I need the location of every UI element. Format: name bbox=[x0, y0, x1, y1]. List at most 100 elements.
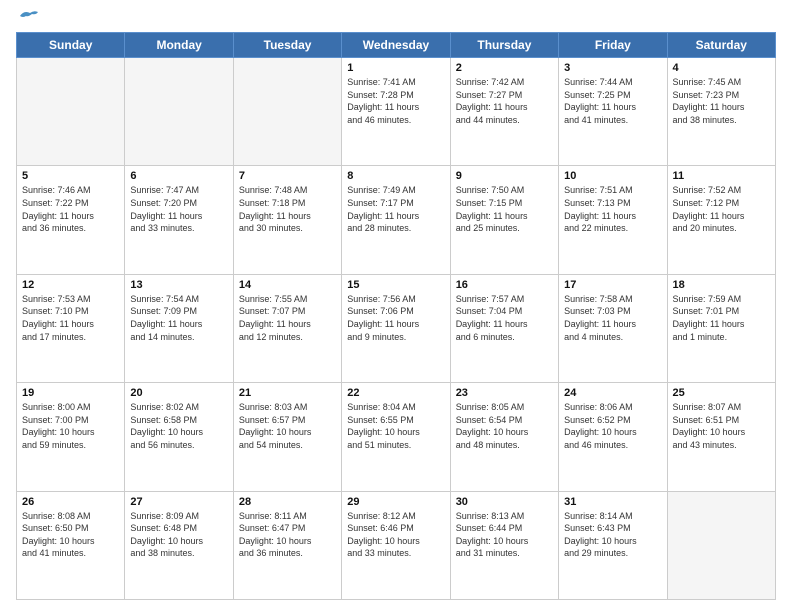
day-number: 22 bbox=[347, 387, 444, 399]
calendar-cell: 17 Sunrise: 7:58 AM Sunset: 7:03 PM Dayli… bbox=[559, 274, 667, 382]
day-info: Sunrise: 7:55 AM Sunset: 7:07 PM Dayligh… bbox=[239, 293, 336, 343]
day-info: Sunrise: 7:41 AM Sunset: 7:28 PM Dayligh… bbox=[347, 76, 444, 126]
day-number: 8 bbox=[347, 170, 444, 182]
day-info: Sunrise: 8:00 AM Sunset: 7:00 PM Dayligh… bbox=[22, 401, 119, 451]
day-info: Sunrise: 7:42 AM Sunset: 7:27 PM Dayligh… bbox=[456, 76, 553, 126]
day-info: Sunrise: 7:54 AM Sunset: 7:09 PM Dayligh… bbox=[130, 293, 227, 343]
calendar-cell: 12 Sunrise: 7:53 AM Sunset: 7:10 PM Dayli… bbox=[17, 274, 125, 382]
page: SundayMondayTuesdayWednesdayThursdayFrid… bbox=[0, 0, 792, 612]
calendar-cell: 8 Sunrise: 7:49 AM Sunset: 7:17 PM Daylig… bbox=[342, 166, 450, 274]
day-info: Sunrise: 7:58 AM Sunset: 7:03 PM Dayligh… bbox=[564, 293, 661, 343]
day-number: 2 bbox=[456, 62, 553, 74]
header bbox=[16, 12, 776, 24]
day-number: 1 bbox=[347, 62, 444, 74]
calendar-cell: 20Sunrise: 8:02 AM Sunset: 6:58 PM Dayli… bbox=[125, 383, 233, 491]
calendar-cell: 19 Sunrise: 8:00 AM Sunset: 7:00 PM Dayli… bbox=[17, 383, 125, 491]
day-info: Sunrise: 8:04 AM Sunset: 6:55 PM Dayligh… bbox=[347, 401, 444, 451]
calendar-cell: 2 Sunrise: 7:42 AM Sunset: 7:27 PM Daylig… bbox=[450, 58, 558, 166]
calendar-cell: 1 Sunrise: 7:41 AM Sunset: 7:28 PM Daylig… bbox=[342, 58, 450, 166]
day-number: 12 bbox=[22, 279, 119, 291]
day-info: Sunrise: 8:13 AM Sunset: 6:44 PM Dayligh… bbox=[456, 510, 553, 560]
calendar-cell bbox=[667, 491, 775, 599]
calendar-cell: 18 Sunrise: 7:59 AM Sunset: 7:01 PM Dayli… bbox=[667, 274, 775, 382]
day-number: 11 bbox=[673, 170, 770, 182]
weekday-header-sunday: Sunday bbox=[17, 33, 125, 58]
calendar-cell: 15 Sunrise: 7:56 AM Sunset: 7:06 PM Dayli… bbox=[342, 274, 450, 382]
calendar-cell: 29Sunrise: 8:12 AM Sunset: 6:46 PM Dayli… bbox=[342, 491, 450, 599]
week-row-4: 19 Sunrise: 8:00 AM Sunset: 7:00 PM Dayli… bbox=[17, 383, 776, 491]
calendar-cell: 3 Sunrise: 7:44 AM Sunset: 7:25 PM Daylig… bbox=[559, 58, 667, 166]
calendar-cell: 24 Sunrise: 8:06 AM Sunset: 6:52 PM Dayli… bbox=[559, 383, 667, 491]
day-info: Sunrise: 7:52 AM Sunset: 7:12 PM Dayligh… bbox=[673, 184, 770, 234]
week-row-2: 5 Sunrise: 7:46 AM Sunset: 7:22 PM Daylig… bbox=[17, 166, 776, 274]
week-row-5: 26 Sunrise: 8:08 AM Sunset: 6:50 PM Dayli… bbox=[17, 491, 776, 599]
calendar-cell: 13 Sunrise: 7:54 AM Sunset: 7:09 PM Dayli… bbox=[125, 274, 233, 382]
calendar-cell: 25Sunrise: 8:07 AM Sunset: 6:51 PM Dayli… bbox=[667, 383, 775, 491]
day-info: Sunrise: 8:11 AM Sunset: 6:47 PM Dayligh… bbox=[239, 510, 336, 560]
calendar-cell: 30 Sunrise: 8:13 AM Sunset: 6:44 PM Dayli… bbox=[450, 491, 558, 599]
day-number: 5 bbox=[22, 170, 119, 182]
day-number: 3 bbox=[564, 62, 661, 74]
calendar-cell: 11 Sunrise: 7:52 AM Sunset: 7:12 PM Dayli… bbox=[667, 166, 775, 274]
day-number: 10 bbox=[564, 170, 661, 182]
week-row-3: 12 Sunrise: 7:53 AM Sunset: 7:10 PM Dayli… bbox=[17, 274, 776, 382]
calendar-cell: 7 Sunrise: 7:48 AM Sunset: 7:18 PM Daylig… bbox=[233, 166, 341, 274]
day-info: Sunrise: 7:47 AM Sunset: 7:20 PM Dayligh… bbox=[130, 184, 227, 234]
day-info: Sunrise: 8:02 AM Sunset: 6:58 PM Dayligh… bbox=[130, 401, 227, 451]
calendar-cell: 28 Sunrise: 8:11 AM Sunset: 6:47 PM Dayli… bbox=[233, 491, 341, 599]
day-number: 16 bbox=[456, 279, 553, 291]
calendar-cell bbox=[125, 58, 233, 166]
calendar-cell: 21 Sunrise: 8:03 AM Sunset: 6:57 PM Dayli… bbox=[233, 383, 341, 491]
day-info: Sunrise: 7:46 AM Sunset: 7:22 PM Dayligh… bbox=[22, 184, 119, 234]
weekday-header-saturday: Saturday bbox=[667, 33, 775, 58]
weekday-header-wednesday: Wednesday bbox=[342, 33, 450, 58]
calendar-cell: 14 Sunrise: 7:55 AM Sunset: 7:07 PM Dayli… bbox=[233, 274, 341, 382]
day-number: 24 bbox=[564, 387, 661, 399]
day-number: 21 bbox=[239, 387, 336, 399]
day-info: Sunrise: 8:14 AM Sunset: 6:43 PM Dayligh… bbox=[564, 510, 661, 560]
logo-bird-icon bbox=[18, 8, 40, 24]
day-info: Sunrise: 8:06 AM Sunset: 6:52 PM Dayligh… bbox=[564, 401, 661, 451]
day-number: 28 bbox=[239, 496, 336, 508]
day-info: Sunrise: 8:03 AM Sunset: 6:57 PM Dayligh… bbox=[239, 401, 336, 451]
weekday-header-monday: Monday bbox=[125, 33, 233, 58]
day-number: 13 bbox=[130, 279, 227, 291]
calendar-cell: 10Sunrise: 7:51 AM Sunset: 7:13 PM Dayli… bbox=[559, 166, 667, 274]
day-number: 19 bbox=[22, 387, 119, 399]
day-info: Sunrise: 7:49 AM Sunset: 7:17 PM Dayligh… bbox=[347, 184, 444, 234]
day-info: Sunrise: 7:56 AM Sunset: 7:06 PM Dayligh… bbox=[347, 293, 444, 343]
calendar-cell: 9Sunrise: 7:50 AM Sunset: 7:15 PM Daylig… bbox=[450, 166, 558, 274]
day-info: Sunrise: 7:48 AM Sunset: 7:18 PM Dayligh… bbox=[239, 184, 336, 234]
logo bbox=[16, 12, 40, 24]
day-number: 17 bbox=[564, 279, 661, 291]
day-number: 23 bbox=[456, 387, 553, 399]
day-info: Sunrise: 8:08 AM Sunset: 6:50 PM Dayligh… bbox=[22, 510, 119, 560]
week-row-1: 1 Sunrise: 7:41 AM Sunset: 7:28 PM Daylig… bbox=[17, 58, 776, 166]
calendar-cell: 4Sunrise: 7:45 AM Sunset: 7:23 PM Daylig… bbox=[667, 58, 775, 166]
day-number: 31 bbox=[564, 496, 661, 508]
day-number: 18 bbox=[673, 279, 770, 291]
day-number: 27 bbox=[130, 496, 227, 508]
weekday-header-thursday: Thursday bbox=[450, 33, 558, 58]
day-info: Sunrise: 7:53 AM Sunset: 7:10 PM Dayligh… bbox=[22, 293, 119, 343]
day-info: Sunrise: 7:59 AM Sunset: 7:01 PM Dayligh… bbox=[673, 293, 770, 343]
weekday-header-row: SundayMondayTuesdayWednesdayThursdayFrid… bbox=[17, 33, 776, 58]
calendar-cell: 22 Sunrise: 8:04 AM Sunset: 6:55 PM Dayli… bbox=[342, 383, 450, 491]
day-number: 9 bbox=[456, 170, 553, 182]
day-number: 29 bbox=[347, 496, 444, 508]
day-number: 14 bbox=[239, 279, 336, 291]
day-number: 25 bbox=[673, 387, 770, 399]
calendar-cell: 16 Sunrise: 7:57 AM Sunset: 7:04 PM Dayli… bbox=[450, 274, 558, 382]
day-number: 7 bbox=[239, 170, 336, 182]
day-info: Sunrise: 7:57 AM Sunset: 7:04 PM Dayligh… bbox=[456, 293, 553, 343]
calendar-cell: 27 Sunrise: 8:09 AM Sunset: 6:48 PM Dayli… bbox=[125, 491, 233, 599]
day-info: Sunrise: 7:44 AM Sunset: 7:25 PM Dayligh… bbox=[564, 76, 661, 126]
day-info: Sunrise: 8:09 AM Sunset: 6:48 PM Dayligh… bbox=[130, 510, 227, 560]
weekday-header-friday: Friday bbox=[559, 33, 667, 58]
day-number: 15 bbox=[347, 279, 444, 291]
weekday-header-tuesday: Tuesday bbox=[233, 33, 341, 58]
day-number: 4 bbox=[673, 62, 770, 74]
day-number: 30 bbox=[456, 496, 553, 508]
calendar-cell: 6Sunrise: 7:47 AM Sunset: 7:20 PM Daylig… bbox=[125, 166, 233, 274]
day-number: 26 bbox=[22, 496, 119, 508]
